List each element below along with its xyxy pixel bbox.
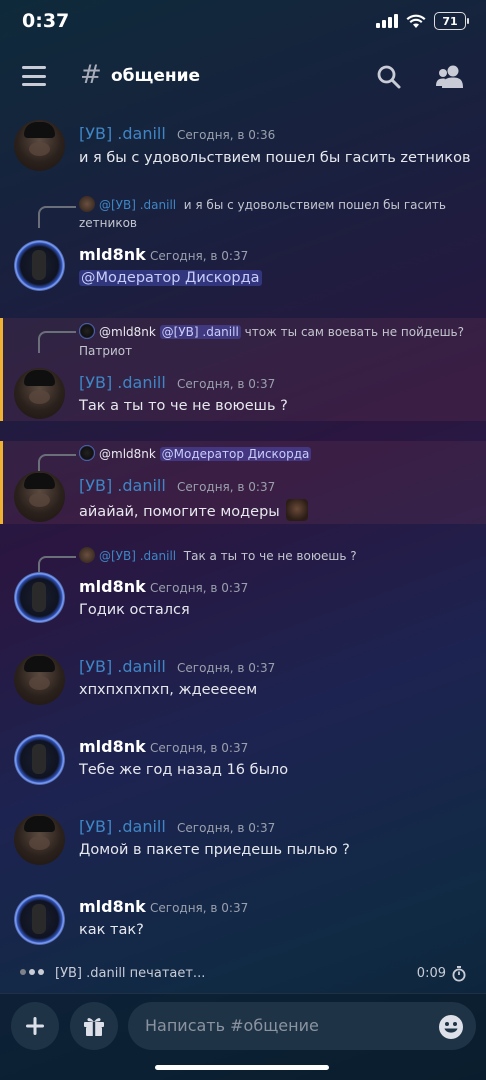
reply-avatar [79, 196, 95, 212]
reply-preview[interactable]: @mld8nk @Модератор Дискорда [79, 445, 312, 461]
message-timestamp: Сегодня, в 0:37 [177, 821, 276, 835]
reply-author: @mld8nk [99, 447, 156, 461]
message-text: Годик остался [79, 602, 190, 618]
channel-header: # общение [0, 46, 486, 110]
slowmode-timer: 0:09 [416, 966, 446, 981]
message-timestamp: Сегодня, в 0:37 [177, 377, 276, 391]
avatar[interactable] [14, 654, 65, 705]
avatar[interactable] [14, 814, 65, 865]
menu-icon[interactable] [22, 66, 46, 86]
mention[interactable]: @Модератор Дискорда [79, 270, 262, 286]
message-timestamp: Сегодня, в 0:37 [150, 741, 249, 755]
typing-suffix: печатает... [125, 966, 206, 981]
message-author[interactable]: mld8nk [79, 897, 146, 916]
message-highlighted[interactable]: @mld8nk @Модератор Дискорда [УВ] .danill… [0, 441, 486, 524]
avatar[interactable] [14, 368, 65, 419]
reply-mention: @Модератор Дискорда [159, 447, 312, 461]
message-text: и я бы с удовольствием пошел бы гасить z… [79, 150, 471, 166]
message-author[interactable]: mld8nk [79, 577, 146, 596]
status-time: 0:37 [22, 10, 70, 32]
message-text: хпхпхпхпхп, ждеееeeм [79, 682, 258, 698]
timer-icon [452, 966, 466, 982]
typing-dots-icon [20, 969, 44, 975]
message[interactable]: [УВ] .danill Сегодня, в 0:36 и я бы с уд… [0, 112, 486, 182]
message-author[interactable]: [УВ] .danill [79, 373, 166, 392]
message-text: Тебе же год назад 16 было [79, 762, 289, 778]
reply-avatar [79, 445, 95, 461]
avatar[interactable] [14, 894, 65, 945]
message[interactable]: [УВ] .danill Сегодня, в 0:37 Домой в пак… [0, 810, 486, 870]
avatar[interactable] [14, 734, 65, 785]
message-composer: Написать #общение [0, 993, 486, 1080]
avatar[interactable] [14, 471, 65, 522]
reply-text: и я бы с удовольствием пошел бы гасить [183, 198, 446, 212]
message-input[interactable]: Написать #общение [128, 1002, 476, 1050]
wifi-icon [406, 14, 426, 28]
battery-icon: 71 [434, 12, 469, 30]
message[interactable]: mld8nk Сегодня, в 0:37 как так? [0, 890, 486, 950]
reply-preview[interactable]: @[УВ] .danill и я бы с удовольствием пош… [79, 196, 446, 212]
message-text: как так? [79, 922, 144, 938]
message-timestamp: Сегодня, в 0:37 [150, 249, 249, 263]
reply-preview[interactable]: @mld8nk @[УВ] .danill чтож ты сам воеват… [79, 323, 464, 339]
message-author[interactable]: [УВ] .danill [79, 657, 166, 676]
attach-button[interactable] [11, 1002, 59, 1050]
message-text: айайай, помогите модеры [79, 499, 309, 521]
home-indicator [155, 1065, 329, 1070]
message-input-placeholder: Написать #общение [145, 1016, 319, 1035]
typing-indicator: [УВ] .danill печатает... 0:09 [0, 955, 486, 993]
custom-emoji[interactable] [286, 499, 309, 521]
avatar[interactable] [14, 120, 65, 171]
search-icon[interactable] [376, 64, 402, 90]
message-timestamp: Сегодня, в 0:37 [177, 480, 276, 494]
message-text: Домой в пакете приедешь пылью ? [79, 842, 350, 858]
message-timestamp: Сегодня, в 0:37 [177, 661, 276, 675]
reply-preview[interactable]: @[УВ] .danill Так а ты то че не воюешь ? [79, 547, 357, 563]
reply-mention: @[УВ] .danill [159, 325, 241, 339]
emoji-icon[interactable] [438, 1014, 464, 1040]
message-author[interactable]: mld8nk [79, 245, 146, 264]
message-text: @Модератор Дискорда [79, 270, 262, 286]
status-bar: 0:37 71 [0, 0, 486, 46]
message-text: Так а ты то че не воюешь ? [79, 398, 288, 414]
message[interactable]: [УВ] .danill Сегодня, в 0:37 хпхпхпхпхп,… [0, 650, 486, 710]
reply-author: @mld8nk [99, 325, 156, 339]
reply-connector [38, 331, 76, 353]
channel-title: общение [111, 66, 201, 86]
message-timestamp: Сегодня, в 0:36 [177, 128, 276, 142]
message-timestamp: Сегодня, в 0:37 [150, 581, 249, 595]
reply-text-cont: zетников [79, 216, 137, 230]
message-author[interactable]: [УВ] .danill [79, 124, 166, 143]
reply-author: @[УВ] .danill [99, 198, 177, 212]
reply-text-cont: Патриот [79, 344, 133, 358]
typing-text: [УВ] .danill печатает... [55, 966, 205, 981]
avatar[interactable] [14, 240, 65, 291]
reply-text: чтож ты сам воевать не пойдешь? [244, 325, 464, 339]
message[interactable]: @[УВ] .danill Так а ты то че не воюешь ?… [0, 542, 486, 626]
message-author[interactable]: [УВ] .danill [79, 476, 166, 495]
gift-icon [84, 1018, 104, 1036]
message[interactable]: mld8nk Сегодня, в 0:37 Тебе же год назад… [0, 730, 486, 790]
message-author[interactable]: mld8nk [79, 737, 146, 756]
reply-connector [38, 206, 76, 228]
message-text-content: айайай, помогите модеры [79, 504, 280, 520]
gift-button[interactable] [70, 1002, 118, 1050]
avatar[interactable] [14, 572, 65, 623]
members-icon[interactable] [436, 64, 464, 90]
battery-level: 71 [442, 14, 458, 28]
status-icons: 71 [376, 12, 469, 30]
typing-user: [УВ] .danill [55, 966, 126, 981]
message[interactable]: @[УВ] .danill и я бы с удовольствием пош… [0, 190, 486, 300]
reply-author: @[УВ] .danill [99, 549, 177, 563]
message-author[interactable]: [УВ] .danill [79, 817, 166, 836]
message-timestamp: Сегодня, в 0:37 [150, 901, 249, 915]
plus-icon [26, 1017, 44, 1035]
message-highlighted[interactable]: @mld8nk @[УВ] .danill чтож ты сам воеват… [0, 318, 486, 421]
reply-avatar [79, 547, 95, 563]
message-list[interactable]: [УВ] .danill Сегодня, в 0:36 и я бы с уд… [0, 110, 486, 955]
reply-avatar [79, 323, 95, 339]
hash-icon: # [80, 60, 102, 90]
signal-icon [376, 14, 398, 28]
reply-text: Так а ты то че не воюешь ? [183, 549, 357, 563]
